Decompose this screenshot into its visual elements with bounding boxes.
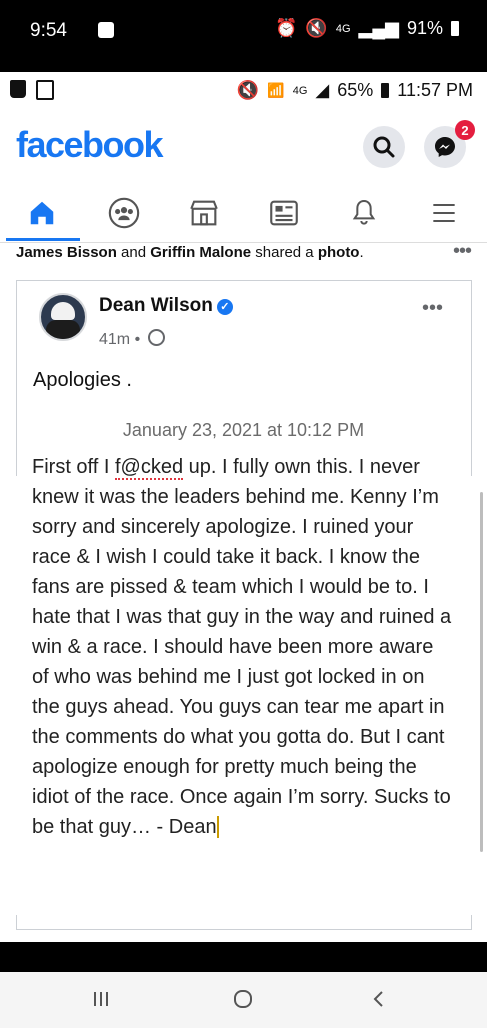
alarm-icon: ⏰ [274,18,298,38]
scrollbar[interactable] [480,492,483,852]
calendar-icon [36,80,54,100]
tab-marketplace[interactable] [174,194,234,232]
note-text-start: First off I [32,456,115,478]
mute-icon: 🔇 [305,18,328,38]
shared-user-1[interactable]: James Bisson [16,244,117,261]
back-button[interactable] [364,984,394,1014]
marketplace-icon [190,200,218,226]
avatar-helmet [51,302,75,320]
messenger-icon [435,137,455,157]
avatar[interactable] [39,293,87,341]
app-notification-icon [98,22,114,38]
globe-icon [147,329,165,346]
note-date: January 23, 2021 at 10:12 PM [122,420,365,440]
inner-status-left [10,80,54,100]
network-label: 4G [292,84,308,97]
device-status-right: ⏰ 🔇 4G ▂▄▆ 91% [275,18,459,39]
spellcheck-word: f@cked [114,456,184,480]
home-circle-icon [234,990,252,1008]
shared-suffix: shared a [251,244,318,261]
facebook-logo[interactable]: facebook [16,124,164,166]
tab-menu[interactable] [414,194,474,232]
avatar-body [46,320,80,339]
post-author-name: Dean Wilson [99,295,213,316]
inner-status-bar: 🔇 📶 4G ◢ 65% 11:57 PM [0,72,487,108]
recents-icon [94,992,108,1006]
post-time[interactable]: 41m [99,331,130,348]
post-author[interactable]: Dean Wilson ✓ [99,295,233,317]
shared-end: . [359,244,364,261]
device-time: 9:54 [30,20,67,41]
mute-icon: 🔇 [236,80,260,100]
home-button[interactable] [228,984,258,1014]
wifi-icon: 📶 [267,82,285,98]
messenger-badge: 2 [455,120,475,140]
shared-by-line: James Bisson and Griffin Malone shared a… [16,244,476,261]
tab-groups[interactable] [94,194,154,232]
note-body: up. I fully own this. I never knew it wa… [32,456,452,838]
back-icon [373,991,383,1007]
tab-news[interactable] [254,194,314,232]
groups-icon [108,197,140,229]
news-icon [270,200,298,226]
system-nav-bar [0,972,487,1028]
recent-apps-button[interactable] [86,984,116,1014]
home-icon [30,201,54,225]
inner-status-right: 🔇 📶 4G ◢ 65% 11:57 PM [237,80,473,101]
next-card-edge [16,915,472,930]
signal-icon: ◢ [315,80,330,100]
story-options-button[interactable]: ••• [453,240,472,263]
note-signature: Dean [168,816,219,838]
post-options-button[interactable]: ••• [422,297,443,320]
app-screen: 🔇 📶 4G ◢ 65% 11:57 PM facebook 2 James B… [0,72,487,942]
battery-icon [381,83,390,98]
navigation-tabs [0,184,487,243]
search-icon [373,136,395,158]
post-meta: 41m • [99,329,165,349]
shared-user-2[interactable]: Griffin Malone [150,244,251,261]
battery-percent: 91% [406,18,443,38]
search-button[interactable] [363,126,405,168]
verified-icon: ✓ [216,299,233,315]
battery-icon [451,21,459,36]
battery-percent: 65% [337,80,374,100]
shared-object[interactable]: photo [318,244,360,261]
bell-icon [352,199,376,225]
active-tab-indicator [6,238,80,241]
shopping-bag-icon [10,80,26,98]
signal-icon: ▂▄▆ [358,18,399,38]
tab-notifications[interactable] [334,194,394,232]
photo-note-content[interactable]: January 23, 2021 at 10:12 PM First off I… [0,402,487,942]
shared-conj: and [116,244,151,261]
network-label: 4G [335,22,351,35]
note-text: First off I f@cked up. I fully own this.… [32,452,452,842]
inner-time: 11:57 PM [397,80,473,100]
device-status-bar: 9:54 ⏰ 🔇 4G ▂▄▆ 91% [0,0,487,72]
post-caption: Apologies . [33,369,132,391]
menu-icon [433,204,455,222]
tab-home[interactable] [12,194,72,232]
